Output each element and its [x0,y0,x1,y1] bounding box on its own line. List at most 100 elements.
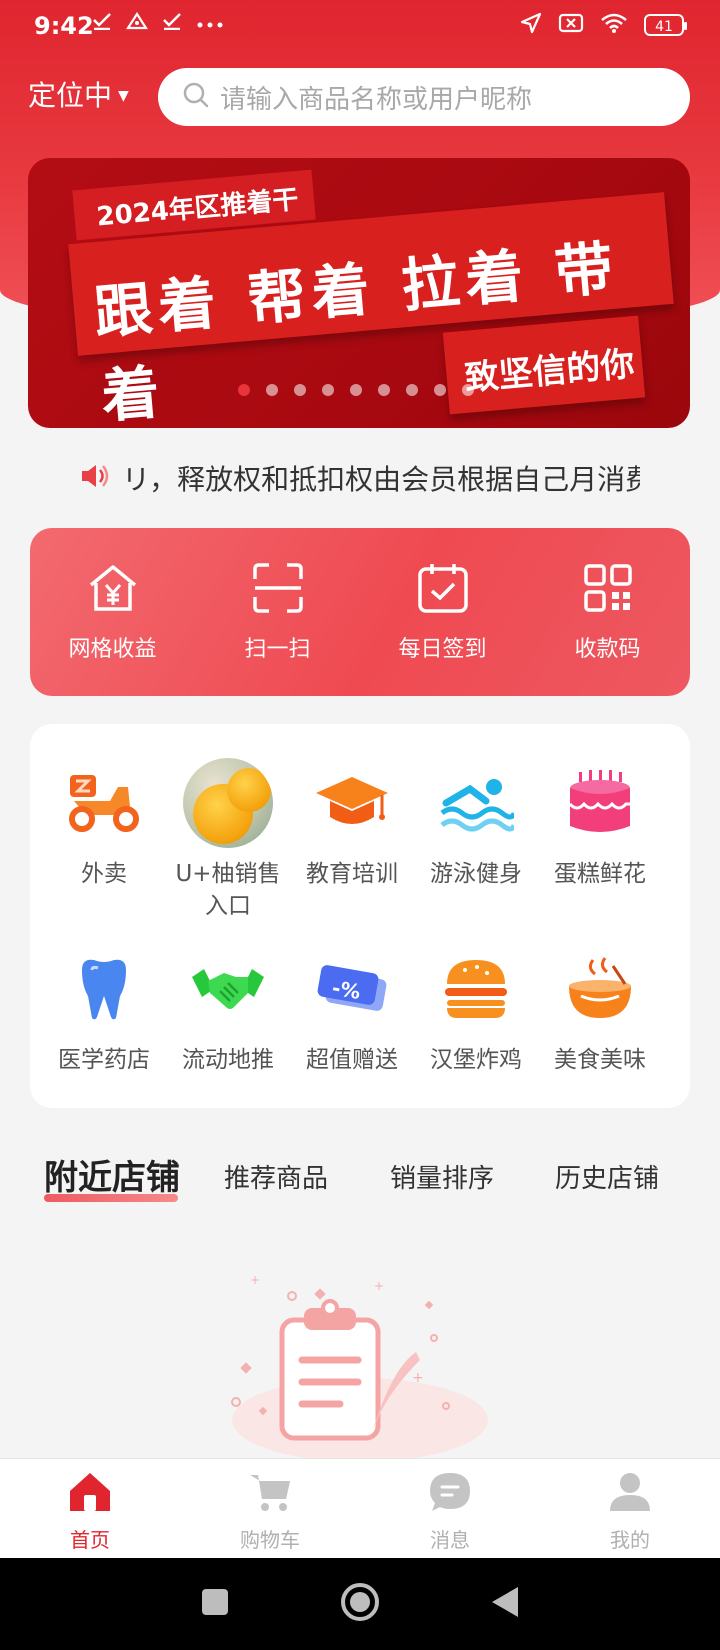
speaker-icon [80,462,112,494]
nav-label: 首页 [70,1528,110,1552]
coupon-icon: -% [307,944,397,1034]
category-label: 流动地推 [182,1047,274,1073]
quick-action-payment-code[interactable]: 收款码 [538,561,678,663]
check-icon [92,12,112,34]
category-takeout[interactable]: 外卖 [42,758,166,922]
banner-dot[interactable] [238,384,250,396]
store-tabs: 附近店铺 推荐商品 销量排序 历史店铺 [0,1150,720,1210]
category-cake-flowers[interactable]: 蛋糕鲜花 [538,758,662,922]
profile-icon [608,1471,652,1518]
search-input[interactable]: 请输入商品名称或用户昵称 [158,68,690,126]
category-pharmacy[interactable]: 医学药店 [42,944,166,1076]
scan-icon [251,561,305,631]
bowl-icon [555,944,645,1034]
category-label: 汉堡炸鸡 [430,1047,522,1073]
status-time: 9:42 [34,12,94,40]
quick-action-label: 收款码 [574,637,641,662]
system-navigation-bar [0,1558,720,1650]
notice-marquee[interactable]: リ，释放权和抵扣权由会员根据自己月消费 [80,458,640,498]
empty-state-illustration: + + + [220,1270,500,1462]
nav-profile[interactable]: 我的 [540,1459,720,1559]
burger-icon [431,944,521,1034]
svg-text:+: + [374,1279,384,1293]
no-sim-icon [558,13,584,37]
message-icon [428,1471,472,1518]
quick-action-label: 扫一扫 [244,637,311,662]
handshake-icon [183,944,273,1034]
category-pomelo-sales[interactable]: U+柚销售入口 [166,758,290,922]
tab-sales-ranking[interactable]: 销量排序 [390,1158,494,1195]
category-label: 教育培训 [306,861,398,887]
wifi-icon [600,12,628,38]
quick-action-label: 每日签到 [398,637,487,662]
check-icon [162,12,182,34]
recents-button[interactable] [200,1587,230,1621]
tab-recommended[interactable]: 推荐商品 [224,1158,328,1195]
yen-house-icon [86,561,140,631]
status-bar: 9:42 41 [0,0,720,54]
location-label: 定位中 [28,79,113,112]
category-ground-promotion[interactable]: 流动地推 [166,944,290,1076]
category-burger[interactable]: 汉堡炸鸡 [414,944,538,1076]
banner-sub-strip: 致坚信的你 [442,315,646,415]
category-label: 医学药店 [58,1047,150,1073]
banner-dot[interactable] [266,384,278,396]
tooth-icon [59,944,149,1034]
more-icon [196,14,224,33]
quick-action-scan[interactable]: 扫一扫 [208,561,348,663]
category-label: 游泳健身 [430,861,522,887]
category-label: 蛋糕鲜花 [554,861,646,887]
caret-down-icon: ▼ [118,88,129,104]
home-icon [68,1471,112,1518]
active-tab-indicator [44,1194,178,1202]
category-swimming[interactable]: 游泳健身 [414,758,538,922]
banner-dot[interactable] [434,384,446,396]
battery-icon: 41 [644,14,687,36]
category-food[interactable]: 美食美味 [538,944,662,1076]
quick-actions-panel: 网格收益 扫一扫 每日签到 收款码 [30,528,690,696]
category-label: 美食美味 [554,1047,646,1073]
banner-dot[interactable] [406,384,418,396]
tab-nearby-stores[interactable]: 附近店铺 [44,1150,180,1199]
category-label: 外卖 [81,861,127,887]
status-notification-icons [92,11,224,34]
nav-cart[interactable]: 购物车 [180,1459,360,1559]
swimming-icon [431,758,521,848]
location-arrow-icon [520,12,542,38]
category-label: 超值赠送 [306,1047,398,1073]
svg-text:-%: -% [330,976,362,1005]
qr-code-icon [581,561,635,631]
banner-dot[interactable] [322,384,334,396]
nav-label: 购物车 [240,1528,300,1552]
orange-photo [183,758,273,848]
quick-action-daily-checkin[interactable]: 每日签到 [373,561,513,663]
category-label: U+柚销售入口 [175,861,281,919]
nav-label: 我的 [610,1528,650,1552]
category-education[interactable]: 教育培训 [290,758,414,922]
search-placeholder: 请输入商品名称或用户昵称 [220,84,533,115]
cake-icon [555,758,645,848]
cart-icon [248,1471,292,1518]
quick-action-grid-income[interactable]: 网格收益 [43,561,183,663]
banner-dot[interactable] [350,384,362,396]
category-gifts[interactable]: -% 超值赠送 [290,944,414,1076]
tab-history-stores[interactable]: 历史店铺 [555,1158,659,1195]
notice-text: リ，释放权和抵扣权由会员根据自己月消费 [122,463,640,496]
bottom-navigation: 首页 购物车 消息 我的 [0,1458,720,1559]
location-selector[interactable]: 定位中 ▼ [28,74,129,114]
category-panel: 外卖 U+柚销售入口 教育培训 游泳健身 蛋糕鲜花 医学药店 流动地推 -% 超 [30,724,690,1108]
graduation-cap-icon [307,758,397,848]
nav-messages[interactable]: 消息 [360,1459,540,1559]
banner-dot[interactable] [294,384,306,396]
back-button[interactable] [490,1585,520,1623]
svg-text:+: + [412,1370,424,1386]
promo-banner[interactable]: 2024年区推着干 跟着 帮着 拉着 带着 致坚信的你 [28,158,690,428]
home-button[interactable] [340,1582,380,1626]
search-icon [182,81,210,113]
banner-pagination[interactable] [238,384,474,396]
banner-dot[interactable] [378,384,390,396]
svg-text:+: + [250,1273,260,1287]
drive-icon [125,11,149,34]
banner-dot[interactable] [462,384,474,396]
nav-home[interactable]: 首页 [0,1459,180,1559]
